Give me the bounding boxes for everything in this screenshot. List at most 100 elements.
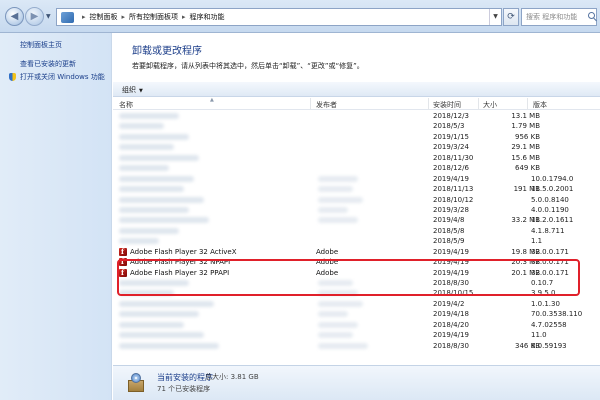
breadcrumb-programs[interactable]: 程序和功能 <box>190 12 225 22</box>
program-installed-on: 2019/4/8 <box>433 216 465 225</box>
status-program-count: 71 个已安装程序 <box>157 385 211 393</box>
table-row[interactable]: 2018/4/20 4.7.02558 <box>113 320 600 330</box>
table-row[interactable]: Adobe Flash Player 32 PPAPI Adobe 2019/4/1… <box>113 268 600 278</box>
status-total-size: 总大小: 3.81 GB <box>205 373 259 381</box>
program-size: 956 KB <box>515 132 540 141</box>
redacted-program-name <box>119 206 189 213</box>
program-installed-on: 2018/5/3 <box>433 122 465 131</box>
program-version: 4.1.8.711 <box>531 226 565 235</box>
table-row[interactable]: 2019/4/2 1.0.1.30 <box>113 299 600 309</box>
flash-player-icon <box>119 257 127 267</box>
column-divider[interactable] <box>527 98 528 110</box>
table-row[interactable]: 2018/8/30 0.10.7 <box>113 278 600 288</box>
redacted-publisher <box>318 186 353 193</box>
table-row[interactable]: 2018/10/12 5.0.0.8140 <box>113 195 600 205</box>
program-list: 2018/12/3 13.1 MB 2018/5/3 1.79 MB 2019/1/15… <box>113 111 600 351</box>
redacted-program-name <box>119 165 169 172</box>
program-version: 1.0.1.30 <box>531 299 560 308</box>
windows-features-link[interactable]: 打开或关闭 Windows 功能 <box>20 72 105 82</box>
shield-icon <box>9 73 16 81</box>
column-divider[interactable] <box>478 98 479 110</box>
table-row[interactable]: 2018/5/8 4.1.8.711 <box>113 226 600 236</box>
column-installed-on[interactable]: 安装时间 <box>433 100 461 110</box>
program-version: 11.5.0.2001 <box>531 185 574 194</box>
table-row[interactable]: 2019/1/15 956 KB <box>113 132 600 142</box>
redacted-publisher <box>318 206 348 213</box>
redacted-publisher <box>318 290 358 297</box>
history-dropdown-icon[interactable]: ▼ <box>46 13 51 20</box>
control-panel-icon <box>61 11 74 23</box>
chevron-right-icon[interactable]: ▸ <box>182 13 186 21</box>
column-version[interactable]: 版本 <box>533 100 547 110</box>
redacted-program-name <box>119 175 194 182</box>
table-row[interactable]: 2018/12/3 13.1 MB <box>113 111 600 121</box>
program-publisher: Adobe <box>316 247 339 256</box>
table-row[interactable]: Adobe Flash Player 32 ActiveX Adobe 2019/4… <box>113 247 600 257</box>
breadcrumb[interactable]: ▸ 控制面板 ▸ 所有控制面板项 ▸ 程序和功能 ▼ <box>56 8 502 26</box>
flash-player-icon <box>119 268 127 277</box>
program-name-text: Adobe Flash Player 32 PPAPI <box>130 268 230 277</box>
program-installed-on: 2018/10/15 <box>433 289 474 298</box>
program-version: 32.0.0.171 <box>531 268 569 277</box>
table-row[interactable]: 2018/11/13 191 MB 11.5.0.2001 <box>113 184 600 194</box>
back-button[interactable]: ◀ <box>5 7 24 26</box>
program-version: 5.0.0.8140 <box>531 195 569 204</box>
search-icon[interactable] <box>588 12 595 19</box>
program-name-text: Adobe Flash Player 32 ActiveX <box>130 247 237 256</box>
program-name: Adobe Flash Player 32 NPAPI <box>119 257 230 267</box>
table-row[interactable]: 2019/4/8 33.2 MB 11.2.0.1611 <box>113 215 600 225</box>
table-row[interactable]: 2019/3/24 29.1 MB <box>113 142 600 152</box>
redacted-program-name <box>119 154 199 161</box>
breadcrumb-all-items[interactable]: 所有控制面板项 <box>129 12 178 22</box>
table-row[interactable]: 2019/4/19 10.0.1794.0 <box>113 174 600 184</box>
forward-button[interactable]: ▶ <box>25 7 44 26</box>
redacted-program-name <box>119 290 174 297</box>
page-title: 卸载或更改程序 <box>132 46 202 57</box>
program-version: 3.9.5.0 <box>531 289 556 298</box>
control-panel-home-link[interactable]: 控制面板主页 <box>20 40 62 50</box>
view-installed-updates-link[interactable]: 查看已安装的更新 <box>20 59 76 69</box>
redacted-program-name <box>119 144 174 151</box>
column-divider[interactable] <box>428 98 429 110</box>
breadcrumb-control-panel[interactable]: 控制面板 <box>90 12 118 22</box>
table-row[interactable]: 2019/4/19 11.0 <box>113 330 600 340</box>
left-task-pane: 控制面板主页 查看已安装的更新 打开或关闭 Windows 功能 <box>0 33 112 400</box>
program-installed-on: 2019/3/28 <box>433 205 469 214</box>
program-installed-on: 2019/4/19 <box>433 268 469 277</box>
column-name[interactable]: 名称 <box>119 100 133 110</box>
sort-ascending-icon: ▲ <box>210 97 214 103</box>
table-row[interactable]: 2018/12/6 649 KB <box>113 163 600 173</box>
program-installed-on: 2019/4/18 <box>433 310 469 319</box>
redacted-program-name <box>119 238 159 245</box>
column-publisher[interactable]: 发布者 <box>316 100 337 110</box>
address-dropdown-icon[interactable]: ▼ <box>489 9 501 25</box>
program-version: 1.1 <box>531 237 543 246</box>
table-row[interactable]: 2018/11/30 15.6 MB <box>113 153 600 163</box>
table-row[interactable]: 2018/8/30 346 KB 8.0.59193 <box>113 341 600 351</box>
program-version: 32.0.0.171 <box>531 247 569 256</box>
table-row[interactable]: 2018/5/3 1.79 MB <box>113 121 600 131</box>
redacted-program-name <box>119 113 179 119</box>
redacted-publisher <box>318 196 363 203</box>
column-size[interactable]: 大小 <box>483 100 497 110</box>
table-row[interactable]: 2018/10/15 3.9.5.0 <box>113 288 600 298</box>
chevron-right-icon[interactable]: ▸ <box>82 13 86 21</box>
program-version: 70.0.3538.110 <box>531 310 583 319</box>
chevron-right-icon[interactable]: ▸ <box>122 13 126 21</box>
table-row[interactable]: 2018/5/9 1.1 <box>113 236 600 246</box>
refresh-button[interactable]: ⟳ <box>503 8 519 26</box>
table-row[interactable]: 2019/3/28 4.0.0.1190 <box>113 205 600 215</box>
installed-programs-icon <box>126 372 146 394</box>
table-row[interactable]: Adobe Flash Player 32 NPAPI Adobe 2019/4/1… <box>113 257 600 267</box>
column-divider[interactable] <box>310 98 311 110</box>
program-size: 13.1 MB <box>511 112 540 120</box>
table-row[interactable]: 2019/4/18 70.0.3538.110 <box>113 309 600 319</box>
program-version: 8.0.59193 <box>531 341 567 350</box>
column-header: ▲ 名称 发布者 安装时间 大小 版本 <box>113 97 600 110</box>
program-size: 15.6 MB <box>511 153 540 162</box>
program-installed-on: 2018/10/12 <box>433 195 474 204</box>
search-input[interactable]: 搜索 程序和功能 <box>521 8 597 26</box>
organize-button[interactable]: 组织 ▼ <box>122 85 143 95</box>
program-installed-on: 2018/8/30 <box>433 279 469 287</box>
program-publisher: Adobe <box>316 268 339 277</box>
